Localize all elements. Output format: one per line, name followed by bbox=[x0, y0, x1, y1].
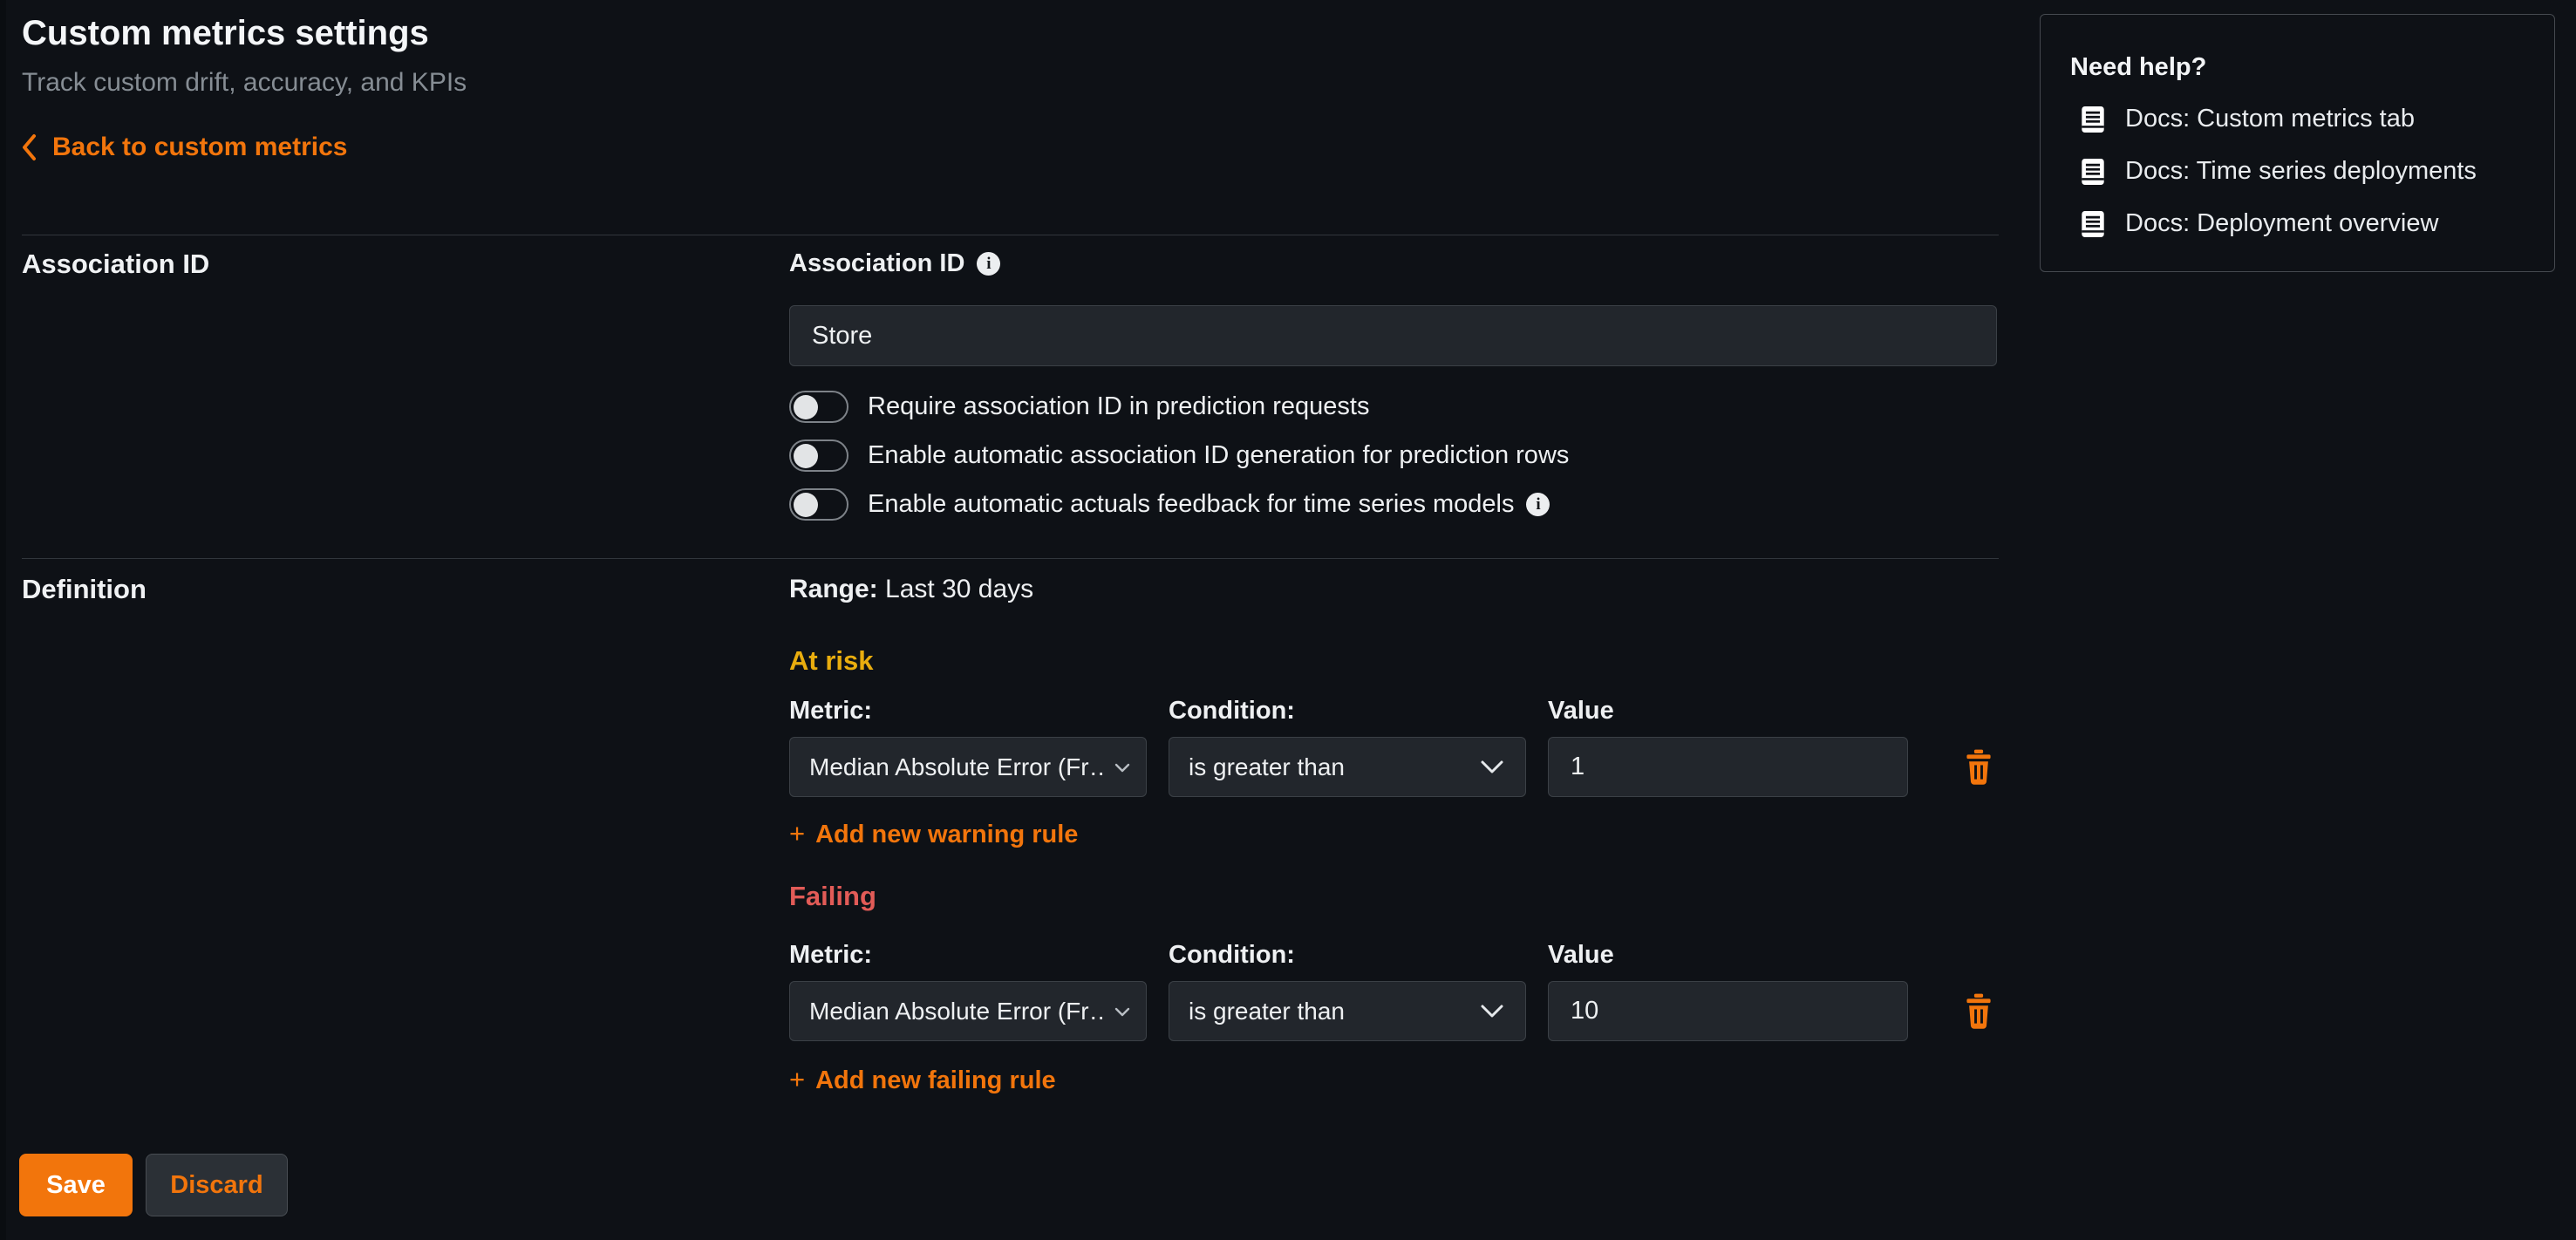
metric-label: Metric: bbox=[789, 941, 1147, 970]
info-icon[interactable]: i bbox=[977, 252, 1000, 276]
toggle-row-auto-association-id: Enable automatic association ID generati… bbox=[789, 439, 1569, 472]
docs-link-label: Docs: Deployment overview bbox=[2125, 209, 2438, 238]
plus-icon: + bbox=[789, 1064, 805, 1095]
add-warning-rule-link[interactable]: + Add new warning rule bbox=[789, 818, 1078, 849]
delete-rule-button[interactable] bbox=[1961, 746, 1996, 788]
association-id-field-label: Association ID i bbox=[789, 249, 1000, 278]
toggle-label: Enable automatic actuals feedback for ti… bbox=[868, 490, 1550, 519]
trash-icon bbox=[1964, 749, 1993, 786]
value-input[interactable] bbox=[1548, 737, 1908, 797]
info-icon[interactable]: i bbox=[1526, 493, 1550, 516]
need-help-title: Need help? bbox=[2070, 53, 2525, 82]
metric-select[interactable]: Median Absolute Error (Fr… bbox=[789, 981, 1147, 1041]
need-help-panel: Need help? Docs: Custom metrics tab Docs… bbox=[2040, 14, 2555, 272]
condition-select[interactable]: is greater than bbox=[1169, 737, 1526, 797]
need-help-links: Docs: Custom metrics tab Docs: Time seri… bbox=[2081, 105, 2525, 238]
chevron-down-icon bbox=[1480, 1004, 1504, 1019]
toggle-knob bbox=[794, 444, 818, 468]
metric-select-value: Median Absolute Error (Fr… bbox=[809, 753, 1106, 781]
failing-group-title: Failing bbox=[789, 881, 876, 912]
form-actions: Save Discard bbox=[19, 1154, 288, 1216]
at-risk-group-title: At risk bbox=[789, 645, 873, 677]
toggle-label-text: Enable automatic association ID generati… bbox=[868, 441, 1569, 470]
docs-link-time-series-deployments[interactable]: Docs: Time series deployments bbox=[2081, 157, 2525, 186]
failing-rule-labels: Metric: Condition: Value bbox=[789, 941, 1999, 970]
add-warning-rule-label: Add new warning rule bbox=[815, 821, 1078, 849]
condition-label: Condition: bbox=[1169, 697, 1526, 726]
back-to-custom-metrics-link[interactable]: Back to custom metrics bbox=[19, 133, 347, 162]
toggle-knob bbox=[794, 395, 818, 419]
at-risk-rule-labels: Metric: Condition: Value bbox=[789, 697, 1999, 726]
save-button[interactable]: Save bbox=[19, 1154, 133, 1216]
docs-link-custom-metrics-tab[interactable]: Docs: Custom metrics tab bbox=[2081, 105, 2525, 133]
trash-icon bbox=[1964, 993, 1993, 1030]
discard-button[interactable]: Discard bbox=[146, 1154, 288, 1216]
range-label: Range: bbox=[789, 575, 878, 603]
auto-actuals-feedback-toggle[interactable] bbox=[789, 488, 848, 521]
range-line: Range: Last 30 days bbox=[789, 575, 1033, 604]
chevron-down-icon bbox=[1114, 762, 1130, 773]
association-id-input[interactable] bbox=[789, 305, 1997, 366]
chevron-down-icon bbox=[1480, 760, 1504, 774]
condition-select[interactable]: is greater than bbox=[1169, 981, 1526, 1041]
require-association-id-toggle[interactable] bbox=[789, 391, 848, 423]
back-link-label: Back to custom metrics bbox=[52, 133, 347, 162]
association-toggles: Require association ID in prediction req… bbox=[789, 391, 1569, 521]
condition-select-value: is greater than bbox=[1189, 753, 1345, 781]
value-label: Value bbox=[1548, 697, 1908, 726]
range-value: Last 30 days bbox=[885, 575, 1033, 603]
toggle-label: Require association ID in prediction req… bbox=[868, 392, 1369, 421]
value-input[interactable] bbox=[1548, 981, 1908, 1041]
chevron-left-icon bbox=[19, 133, 38, 162]
left-edge-strip bbox=[0, 0, 6, 1240]
add-failing-rule-label: Add new failing rule bbox=[815, 1066, 1056, 1095]
page: { "colors": { "accent_orange": "#f2750c"… bbox=[0, 0, 2576, 1240]
docs-link-deployment-overview[interactable]: Docs: Deployment overview bbox=[2081, 209, 2525, 238]
book-icon bbox=[2081, 159, 2105, 185]
metric-label: Metric: bbox=[789, 697, 1147, 726]
delete-rule-button[interactable] bbox=[1961, 991, 1996, 1032]
chevron-down-icon bbox=[1114, 1006, 1130, 1017]
toggle-label: Enable automatic association ID generati… bbox=[868, 441, 1569, 470]
plus-icon: + bbox=[789, 818, 805, 849]
metric-select[interactable]: Median Absolute Error (Fr… bbox=[789, 737, 1147, 797]
condition-label: Condition: bbox=[1169, 941, 1526, 970]
docs-link-label: Docs: Time series deployments bbox=[2125, 157, 2477, 186]
page-title: Custom metrics settings bbox=[22, 14, 429, 53]
toggle-label-text: Enable automatic actuals feedback for ti… bbox=[868, 490, 1514, 519]
toggle-row-require-association-id: Require association ID in prediction req… bbox=[789, 391, 1569, 423]
metric-select-value: Median Absolute Error (Fr… bbox=[809, 998, 1106, 1025]
toggle-knob bbox=[794, 493, 818, 517]
association-id-label-text: Association ID bbox=[789, 249, 964, 278]
section-divider bbox=[22, 558, 1999, 559]
toggle-row-auto-actuals-feedback: Enable automatic actuals feedback for ti… bbox=[789, 488, 1569, 521]
toggle-label-text: Require association ID in prediction req… bbox=[868, 392, 1369, 421]
definition-section-label: Definition bbox=[22, 574, 147, 605]
failing-rule-row: Median Absolute Error (Fr… is greater th… bbox=[789, 981, 1999, 1041]
add-failing-rule-link[interactable]: + Add new failing rule bbox=[789, 1064, 1056, 1095]
value-label: Value bbox=[1548, 941, 1908, 970]
book-icon bbox=[2081, 106, 2105, 133]
at-risk-rule-row: Median Absolute Error (Fr… is greater th… bbox=[789, 737, 1999, 797]
page-subtitle: Track custom drift, accuracy, and KPIs bbox=[22, 68, 467, 98]
auto-association-id-toggle[interactable] bbox=[789, 439, 848, 472]
book-icon bbox=[2081, 211, 2105, 237]
docs-link-label: Docs: Custom metrics tab bbox=[2125, 105, 2415, 133]
condition-select-value: is greater than bbox=[1189, 998, 1345, 1025]
association-section-label: Association ID bbox=[22, 249, 209, 280]
